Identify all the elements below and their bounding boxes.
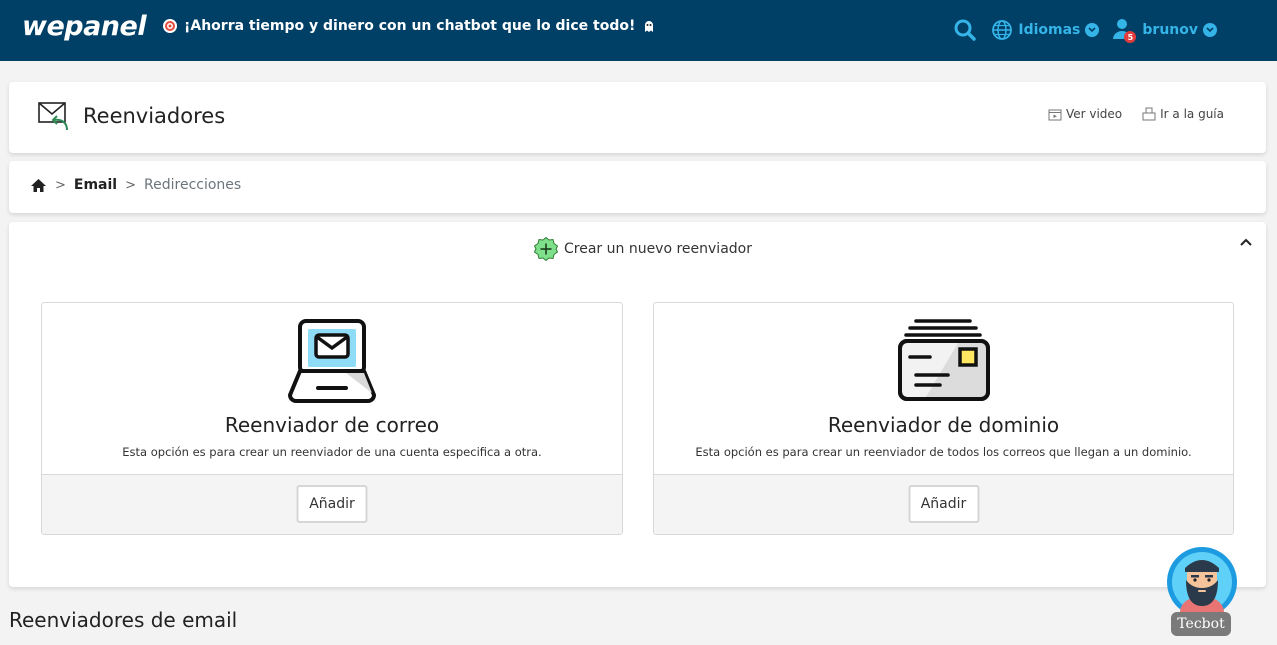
breadcrumb-item-email[interactable]: Email	[74, 177, 117, 193]
domain-forwarder-description: Esta opción es para crear un reenviador …	[695, 445, 1192, 459]
stacked-letters-icon	[897, 319, 990, 401]
watch-video-link[interactable]: Ver video	[1048, 107, 1122, 121]
languages-label: Idiomas	[1018, 22, 1081, 38]
option-footer: Añadir	[654, 474, 1233, 534]
tecbot-chat-widget[interactable]: Tecbot	[1166, 546, 1238, 640]
add-email-forwarder-button[interactable]: Añadir	[296, 485, 368, 523]
tecbot-label: Tecbot	[1171, 612, 1231, 636]
breadcrumb-separator: >	[55, 177, 66, 193]
promo-text: ¡Ahorra tiempo y dinero con un chatbot q…	[184, 18, 636, 34]
option-footer: Añadir	[42, 474, 622, 534]
add-domain-forwarder-button[interactable]: Añadir	[908, 485, 979, 523]
chevron-down-icon	[1085, 23, 1100, 37]
email-forwarders-heading: Reenviadores de email	[9, 608, 238, 632]
languages-dropdown[interactable]: Idiomas	[991, 19, 1100, 41]
chevron-up-icon[interactable]	[1238, 234, 1254, 250]
email-forwarder-option: Reenviador de correo Esta opción es para…	[41, 302, 623, 535]
home-icon[interactable]	[30, 178, 47, 193]
video-icon	[1048, 109, 1062, 120]
create-forwarder-card: Crear un nuevo reenviador Reenviador de …	[9, 222, 1266, 587]
domain-forwarder-option: Reenviador de dominio Esta opción es par…	[653, 302, 1234, 535]
breadcrumb-separator: >	[125, 177, 137, 193]
guide-link[interactable]: Ir a la guía	[1142, 107, 1224, 121]
breadcrumb: > Email > Redirecciones	[30, 177, 241, 193]
target-icon	[163, 19, 177, 33]
plus-badge-icon	[533, 236, 559, 262]
globe-icon	[992, 20, 1013, 40]
laptop-mail-icon	[287, 319, 377, 403]
breadcrumb-item-current: Redirecciones	[144, 177, 242, 193]
domain-forwarder-title: Reenviador de dominio	[827, 413, 1060, 437]
username: brunov	[1142, 22, 1198, 38]
page-title: Reenviadores	[83, 104, 226, 128]
email-forwarder-title: Reenviador de correo	[224, 413, 440, 437]
search-icon[interactable]	[953, 18, 977, 42]
notification-badge: 5	[1124, 31, 1137, 43]
user-menu-dropdown[interactable]: 5 brunov	[1113, 18, 1217, 43]
chevron-down-icon	[1203, 23, 1217, 37]
create-forwarder-toggle[interactable]: Crear un nuevo reenviador	[533, 236, 752, 262]
promo-banner[interactable]: ¡Ahorra tiempo y dinero con un chatbot q…	[162, 18, 657, 34]
wepanel-logo[interactable]: wepanel	[22, 11, 147, 42]
guide-icon	[1142, 107, 1156, 121]
breadcrumb-card: > Email > Redirecciones	[9, 161, 1266, 213]
create-forwarder-label: Crear un nuevo reenviador	[564, 241, 752, 257]
email-forwarder-description: Esta opción es para crear un reenviador …	[122, 445, 542, 459]
user-icon: 5	[1113, 18, 1137, 43]
page-header-card: Reenviadores Ver video Ir a la guía	[9, 82, 1266, 153]
ghost-icon	[645, 21, 654, 32]
watch-video-label: Ver video	[1065, 107, 1123, 121]
envelope-forward-icon	[38, 102, 68, 131]
guide-label: Ir a la guía	[1160, 107, 1224, 121]
top-navbar: wepanel ¡Ahorra tiempo y dinero con un c…	[0, 0, 1277, 61]
bearded-avatar-icon	[1167, 547, 1237, 617]
